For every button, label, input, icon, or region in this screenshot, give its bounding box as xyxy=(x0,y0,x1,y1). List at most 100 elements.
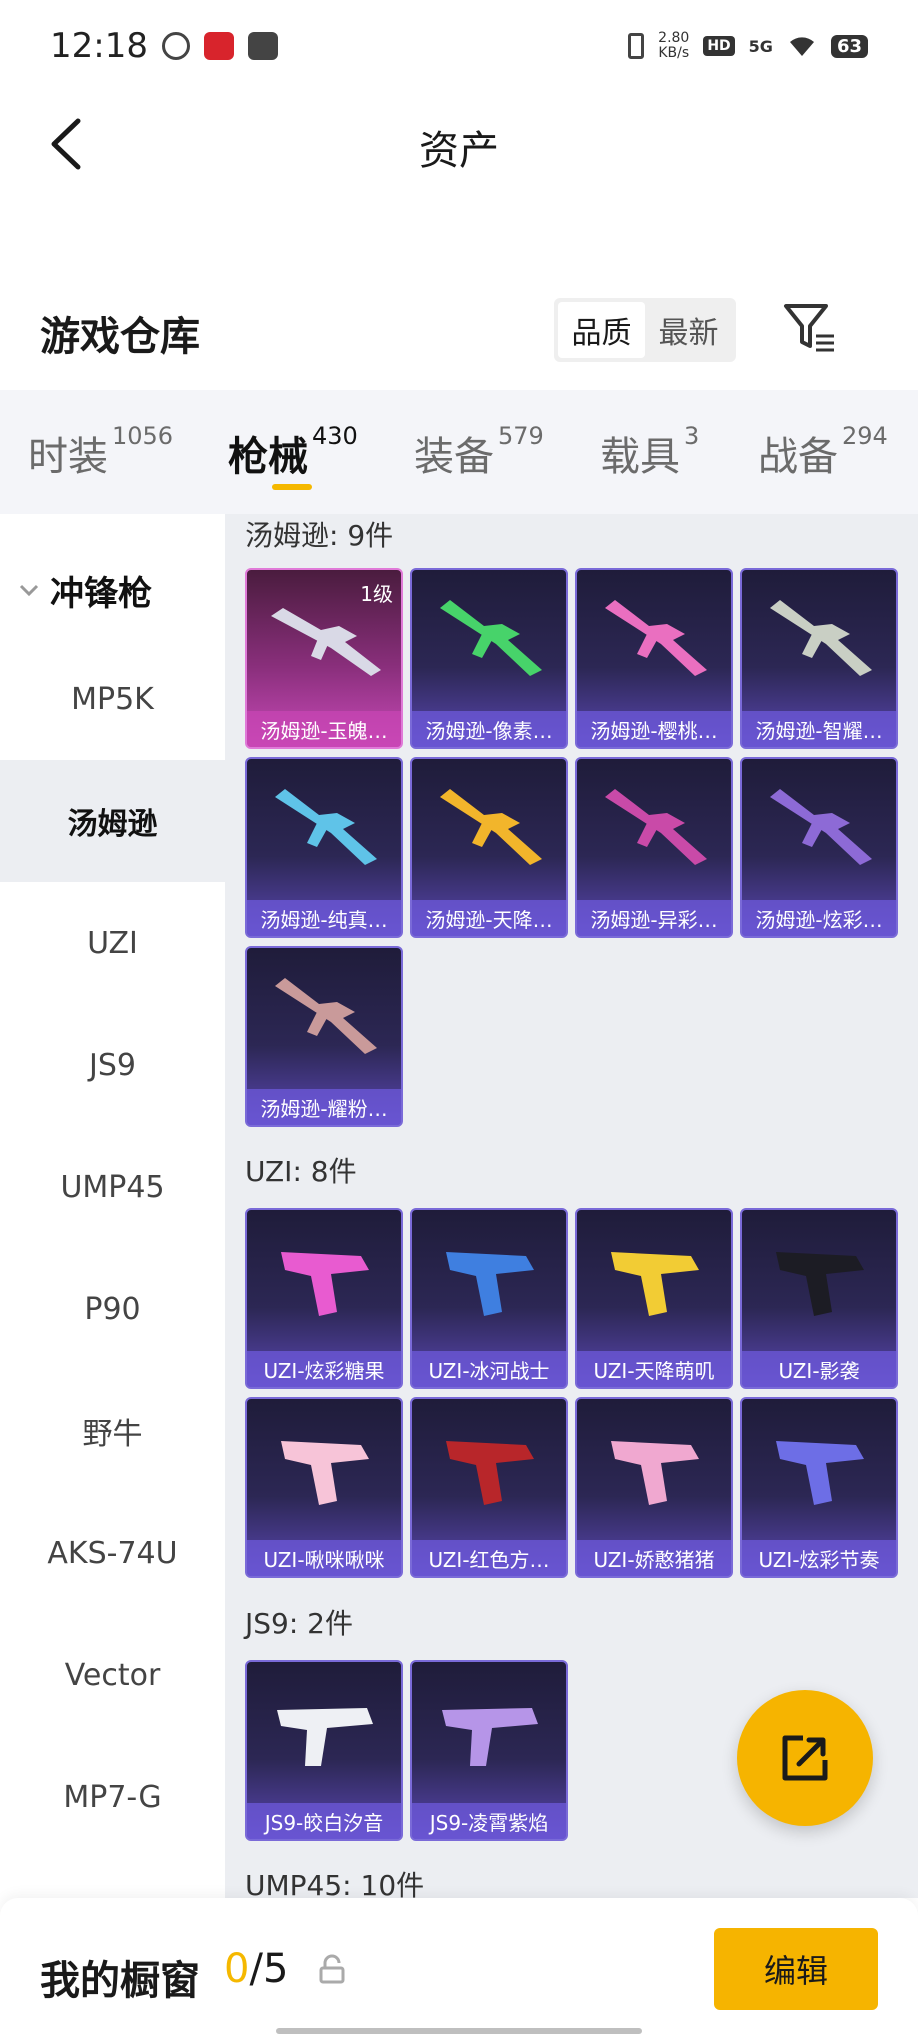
status-time: 12:18 xyxy=(50,26,148,66)
sidebar-group-label: 冲锋枪 xyxy=(50,573,152,614)
skin-card[interactable]: 汤姆逊-炫彩… xyxy=(740,757,898,938)
skin-card[interactable]: UZI-影袭 xyxy=(740,1208,898,1389)
top-bar: 资产 xyxy=(0,92,918,196)
sidebar-item-uzi[interactable]: UZI xyxy=(0,882,225,1004)
tab-vehicles[interactable]: 载具 3 xyxy=(600,422,699,482)
group-title-uzi: UZI: 8件 xyxy=(245,1155,357,1188)
skin-card[interactable]: UZI-炫彩糖果 xyxy=(245,1208,403,1389)
uzi-gun-icon xyxy=(611,1441,699,1505)
network-type: 5G xyxy=(748,36,773,56)
red-app-icon xyxy=(203,32,234,60)
tab-label: 装备 xyxy=(414,434,494,480)
skin-card[interactable]: UZI-红色方… xyxy=(410,1397,568,1578)
js9-gun-icon xyxy=(277,1708,373,1766)
skin-card[interactable]: 汤姆逊-智耀… xyxy=(740,568,898,749)
sidebar-item-mp7g[interactable]: MP7-G xyxy=(0,1736,225,1858)
sidebar-item-ump45[interactable]: UMP45 xyxy=(0,1126,225,1248)
speed-value: 2.80 xyxy=(658,30,690,46)
uzi-gun-icon xyxy=(776,1252,864,1316)
battery-level: 63 xyxy=(830,34,868,58)
sort-newest-option[interactable]: 最新 xyxy=(645,302,732,358)
skin-card[interactable]: UZI-炫彩节奏 xyxy=(740,1397,898,1578)
card-label: UZI-炫彩糖果 xyxy=(247,1351,401,1387)
tab-label: 战备 xyxy=(758,434,838,480)
chevron-down-icon xyxy=(19,584,39,597)
filter-button[interactable] xyxy=(780,298,840,358)
showcase-current: 0 xyxy=(224,1946,250,1992)
tab-supplies[interactable]: 战备 294 xyxy=(758,422,888,482)
tab-label: 载具 xyxy=(600,434,680,480)
thompson-gun-icon xyxy=(275,789,377,865)
skin-card[interactable]: JS9-皎白汐音 xyxy=(245,1660,403,1841)
uzi-gun-icon xyxy=(281,1252,369,1316)
card-label: UZI-红色方… xyxy=(412,1540,566,1576)
card-label: UZI-炫彩节奏 xyxy=(742,1540,896,1576)
share-icon xyxy=(782,1735,828,1781)
tab-firearms[interactable]: 枪械 430 xyxy=(228,422,358,482)
sidebar-item-vector[interactable]: Vector xyxy=(0,1614,225,1736)
showcase-bar: 我的橱窗 0/5 编辑 xyxy=(0,1898,918,2040)
tab-label: 时装 xyxy=(28,434,108,480)
showcase-separator: / xyxy=(249,1946,263,1992)
card-label: 汤姆逊-智耀… xyxy=(742,711,896,747)
app-root: 12:18 2.80 KB/s HD 5G 63 资产 游戏仓库 品质 最新 时… xyxy=(0,0,918,2040)
card-label: 汤姆逊-异彩… xyxy=(577,900,731,936)
skin-card[interactable]: 汤姆逊-异彩… xyxy=(575,757,733,938)
sidebar-item-aks74u[interactable]: AKS-74U xyxy=(0,1492,225,1614)
skin-card[interactable]: 汤姆逊-天降… xyxy=(410,757,568,938)
skin-card[interactable]: UZI-天降萌叽 xyxy=(575,1208,733,1389)
tab-label: 枪械 xyxy=(228,434,308,480)
skin-card[interactable]: 1级 汤姆逊-玉魄… xyxy=(245,568,403,749)
card-label: UZI-天降萌叽 xyxy=(577,1351,731,1387)
thompson-gun-icon xyxy=(440,789,542,865)
warehouse-header: 游戏仓库 品质 最新 xyxy=(0,280,918,390)
sidebar-group-smg[interactable]: 冲锋枪 xyxy=(0,550,225,630)
skin-card[interactable]: UZI-啾咪啾咪 xyxy=(245,1397,403,1578)
thompson-gun-icon xyxy=(770,600,872,676)
uzi-gun-icon xyxy=(776,1441,864,1505)
skin-card[interactable]: 汤姆逊-耀粉… xyxy=(245,946,403,1127)
sidebar-item-p90[interactable]: P90 xyxy=(0,1248,225,1370)
card-label: 汤姆逊-天降… xyxy=(412,900,566,936)
thompson-gun-icon xyxy=(770,789,872,865)
sidebar-item-thompson[interactable]: 汤姆逊 xyxy=(0,760,225,882)
card-label: UZI-娇憨猪猪 xyxy=(577,1540,731,1576)
tab-count: 579 xyxy=(498,422,544,450)
home-indicator[interactable] xyxy=(276,2028,642,2034)
group-title-ump45: UMP45: 10件 xyxy=(245,1869,425,1898)
card-label: 汤姆逊-纯真… xyxy=(247,900,401,936)
wifi-icon xyxy=(789,37,814,56)
lock-icon xyxy=(319,1954,345,1984)
skin-card[interactable]: 汤姆逊-纯真… xyxy=(245,757,403,938)
status-bar: 12:18 2.80 KB/s HD 5G 63 xyxy=(0,0,918,92)
edit-button[interactable]: 编辑 xyxy=(714,1928,878,2010)
sort-quality-option[interactable]: 品质 xyxy=(558,302,645,358)
app-notification-icon xyxy=(161,32,190,60)
js9-gun-icon xyxy=(442,1708,538,1766)
showcase-total: 5 xyxy=(262,1946,289,1992)
tab-fashion[interactable]: 时装 1056 xyxy=(28,422,174,482)
sidebar-item-mp5k[interactable]: MP5K xyxy=(0,638,225,760)
card-label: 汤姆逊-玉魄… xyxy=(247,711,401,747)
hd-badge: HD xyxy=(703,36,735,56)
skin-card[interactable]: UZI-娇憨猪猪 xyxy=(575,1397,733,1578)
skin-card[interactable]: JS9-凌霄紫焰 xyxy=(410,1660,568,1841)
skin-card[interactable]: 汤姆逊-像素… xyxy=(410,568,568,749)
vibrate-icon xyxy=(628,33,645,59)
card-level: 1级 xyxy=(360,582,393,606)
message-icon xyxy=(247,32,278,60)
share-button[interactable] xyxy=(737,1690,873,1826)
tab-equipment[interactable]: 装备 579 xyxy=(414,422,544,482)
skin-card[interactable]: UZI-冰河战士 xyxy=(410,1208,568,1389)
tab-count: 1056 xyxy=(112,422,174,450)
skin-card[interactable]: 汤姆逊-樱桃… xyxy=(575,568,733,749)
sort-toggle: 品质 最新 xyxy=(554,298,736,362)
card-label: JS9-皎白汐音 xyxy=(247,1803,401,1839)
sidebar-item-bison[interactable]: 野牛 xyxy=(0,1370,225,1492)
card-label: JS9-凌霄紫焰 xyxy=(412,1803,566,1839)
tab-count: 294 xyxy=(842,422,888,450)
active-tab-indicator xyxy=(272,484,312,490)
status-right: 2.80 KB/s HD 5G 63 xyxy=(628,31,868,61)
thompson-gun-icon xyxy=(440,600,542,676)
sidebar-item-js9[interactable]: JS9 xyxy=(0,1004,225,1126)
